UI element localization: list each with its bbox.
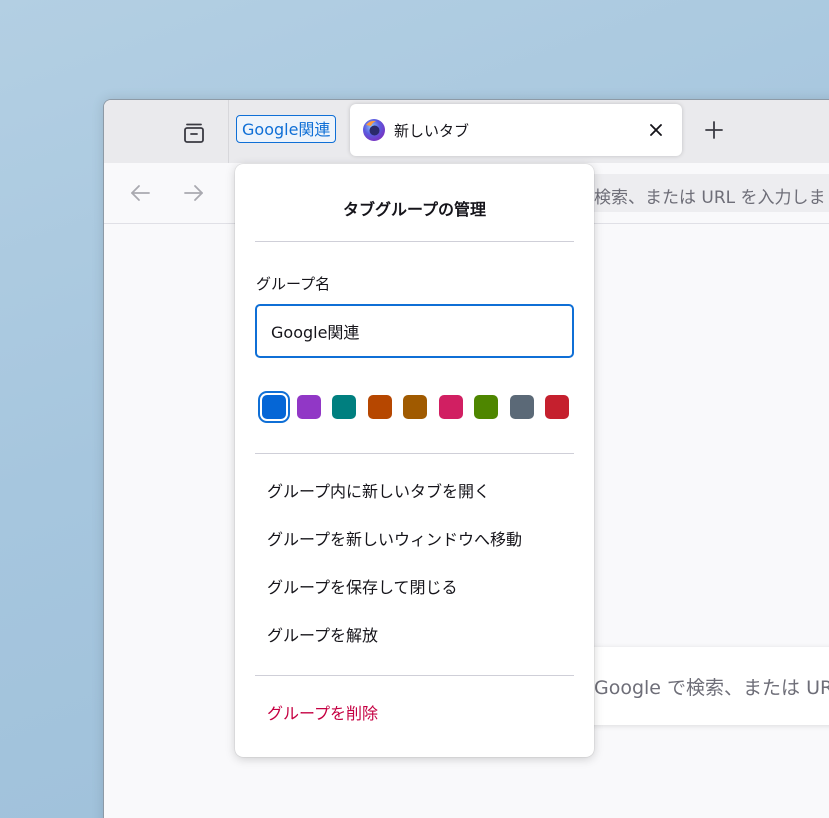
tabbar-divider	[228, 100, 229, 163]
forward-button[interactable]	[180, 179, 208, 207]
ungroup-item[interactable]: グループを解放	[255, 616, 574, 656]
tab-new-tab[interactable]: 新しいタブ	[350, 104, 682, 156]
color-swatch-blue[interactable]	[262, 395, 286, 419]
divider	[255, 241, 574, 242]
color-swatch-pink[interactable]	[439, 395, 463, 419]
tab-list-icon	[184, 123, 204, 143]
tab-list-button[interactable]	[178, 118, 210, 148]
back-button[interactable]	[126, 179, 154, 207]
color-swatch-orange[interactable]	[368, 395, 392, 419]
tab-close-button[interactable]	[644, 118, 668, 142]
newtab-search-placeholder: Google で検索、または UR	[594, 677, 829, 699]
tab-title: 新しいタブ	[394, 122, 470, 140]
back-arrow-icon	[131, 185, 150, 201]
close-icon	[650, 124, 662, 136]
newtab-search-box[interactable]: Google で検索、または UR	[574, 647, 829, 725]
panel-title: タブグループの管理	[342, 200, 487, 219]
delete-group-item[interactable]: グループを削除	[255, 694, 574, 734]
group-name-input[interactable]	[255, 304, 574, 358]
plus-icon	[705, 121, 723, 139]
tab-group-panel: タブグループの管理 グループ名 グループ内に新しいタブを開く グループを新しいウ…	[235, 164, 594, 757]
tab-group-label[interactable]: Google関連	[236, 115, 337, 143]
color-swatch-red[interactable]	[545, 395, 569, 419]
save-and-close-group-item[interactable]: グループを保存して閉じる	[255, 568, 574, 608]
divider	[255, 675, 574, 676]
firefox-logo-icon	[363, 119, 385, 141]
color-swatch-cyan[interactable]	[332, 395, 356, 419]
tab-bar: Google関連 新しいタブ	[104, 100, 829, 163]
move-group-to-new-window-item[interactable]: グループを新しいウィンドウへ移動	[255, 520, 574, 560]
url-bar[interactable]: 検索、または URL を入力しま	[584, 174, 829, 212]
new-tab-button[interactable]	[700, 116, 728, 144]
group-name-label: グループ名	[256, 275, 331, 293]
color-swatch-yellow[interactable]	[403, 395, 427, 419]
color-swatch-purple[interactable]	[297, 395, 321, 419]
open-new-tab-in-group-item[interactable]: グループ内に新しいタブを開く	[255, 472, 574, 512]
url-bar-placeholder: 検索、または URL を入力しま	[594, 188, 826, 208]
color-swatch-gray[interactable]	[510, 395, 534, 419]
color-swatches	[255, 387, 574, 425]
color-swatch-green[interactable]	[474, 395, 498, 419]
forward-arrow-icon	[184, 185, 203, 201]
divider	[255, 453, 574, 454]
